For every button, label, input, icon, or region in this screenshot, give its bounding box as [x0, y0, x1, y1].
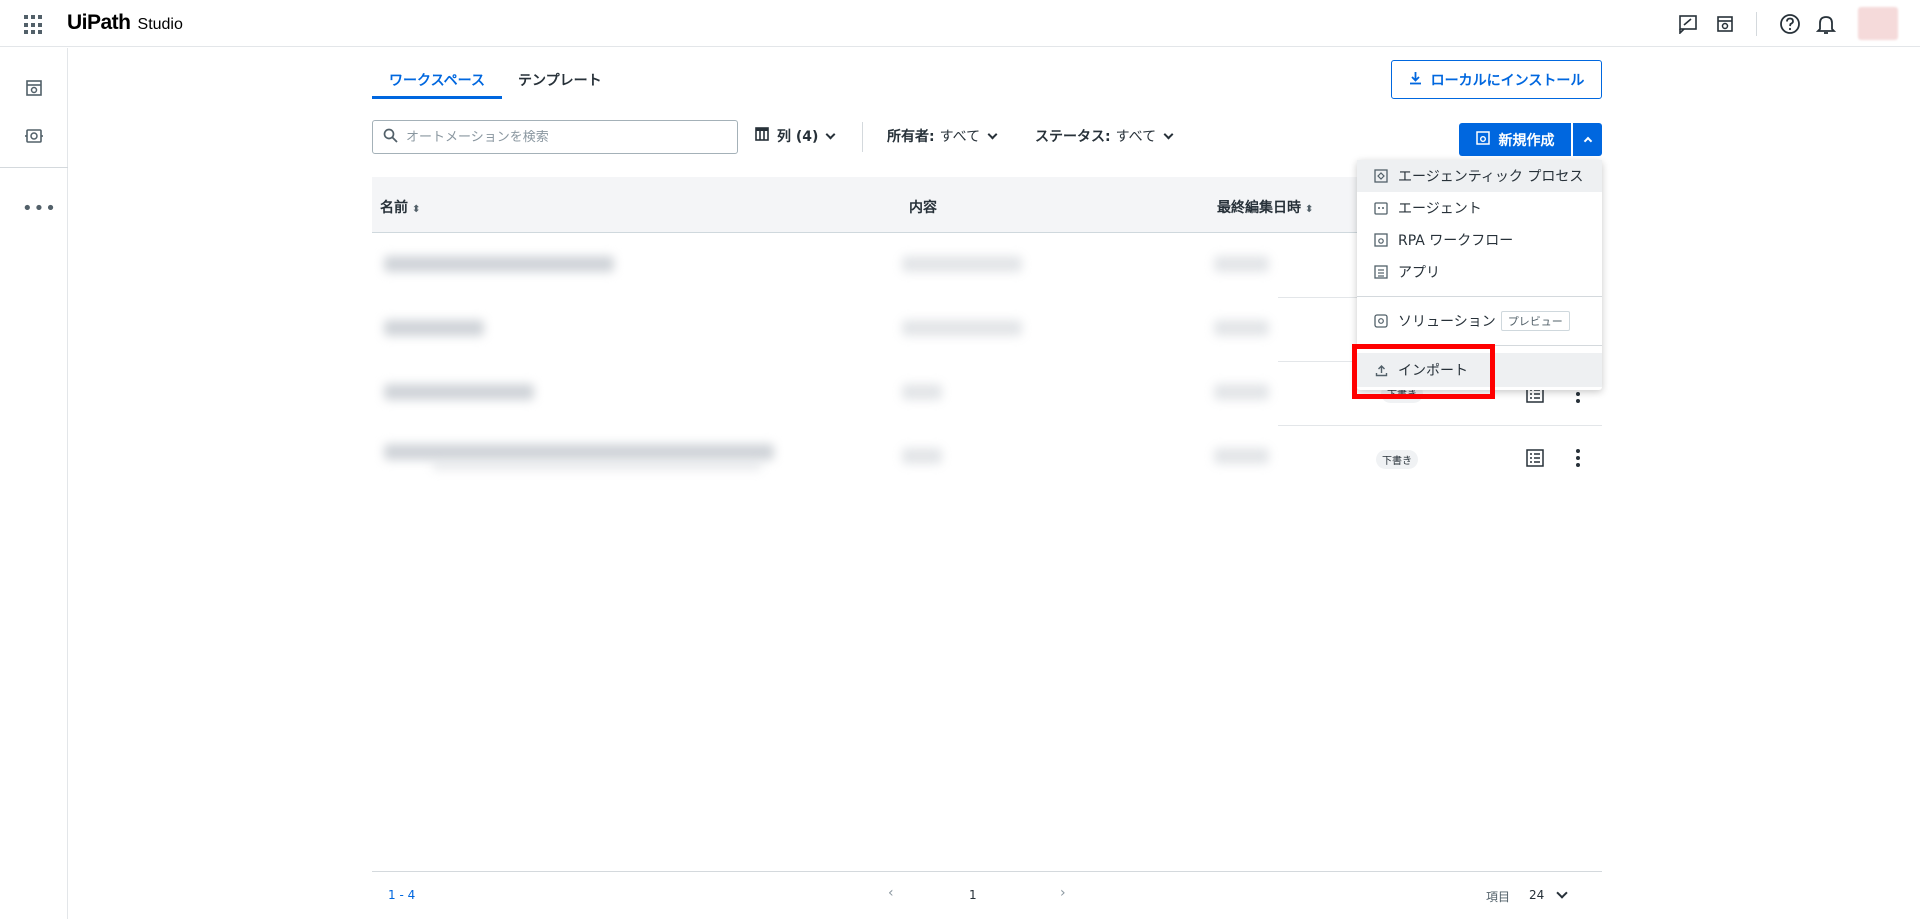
topbar-divider	[1756, 12, 1757, 36]
status-label: ステータス:	[1035, 129, 1111, 145]
agent-icon	[1374, 201, 1388, 215]
agentic-process-icon	[1374, 169, 1388, 183]
search-input[interactable]	[406, 129, 706, 145]
highlight-box	[1352, 344, 1495, 399]
status-badge: 下書き	[1376, 450, 1418, 469]
search-box[interactable]	[372, 120, 738, 154]
studio-icon[interactable]	[1714, 13, 1736, 35]
menu-item-label: アプリ	[1398, 265, 1440, 281]
active-tab-indicator	[372, 96, 502, 99]
app-launcher-icon[interactable]	[24, 15, 44, 35]
menu-item-label: ソリューション	[1398, 314, 1496, 330]
install-locally-label: ローカルにインストール	[1430, 72, 1585, 89]
items-per-page-label: 項目	[1486, 890, 1511, 904]
tab-templates[interactable]: テンプレート	[518, 70, 602, 90]
bell-icon[interactable]	[1815, 13, 1837, 35]
next-page-icon[interactable]: ›	[1060, 885, 1066, 901]
more-actions-icon[interactable]	[1576, 449, 1580, 470]
solution-icon	[1374, 314, 1388, 328]
column-header-name[interactable]: 名前 ⬍	[380, 197, 420, 217]
help-icon[interactable]	[1779, 13, 1801, 35]
menu-item-label: エージェンティック プロセス	[1398, 169, 1584, 185]
status-value: すべて	[1115, 129, 1157, 145]
top-bar: UiPath Studio	[0, 0, 1920, 47]
owner-value: すべて	[939, 129, 981, 145]
create-new-label: 新規作成	[1498, 132, 1555, 149]
product-name: Studio	[137, 16, 183, 33]
page-size-select[interactable]: 24	[1529, 888, 1544, 902]
uipath-studio-logo[interactable]: UiPath Studio	[67, 11, 183, 35]
menu-item-label: RPA ワークフロー	[1398, 233, 1514, 249]
table-row[interactable]: 下書き	[372, 426, 1602, 490]
more-icon[interactable]: •••	[22, 198, 57, 219]
menu-item-app[interactable]: アプリ	[1357, 256, 1602, 288]
tab-workspace[interactable]: ワークスペース	[372, 70, 502, 90]
details-icon[interactable]	[1526, 449, 1544, 471]
search-icon	[383, 128, 398, 147]
chevron-down-icon[interactable]	[1556, 887, 1568, 899]
chevron-down-icon	[987, 129, 998, 139]
columns-label: 列 (4)	[777, 129, 819, 145]
status-filter[interactable]: ステータス: すべて	[1035, 126, 1174, 146]
app-icon	[1374, 265, 1388, 279]
chevron-up-icon	[1583, 136, 1592, 146]
avatar[interactable]	[1858, 7, 1898, 40]
menu-item-rpa-workflow[interactable]: RPA ワークフロー	[1357, 224, 1602, 256]
studio-icon	[1475, 130, 1490, 149]
filter-divider	[862, 122, 863, 152]
owner-label: 所有者:	[887, 129, 935, 145]
preview-tag: プレビュー	[1500, 311, 1570, 331]
column-header-last-modified[interactable]: 最終編集日時 ⬍	[1217, 197, 1313, 217]
rail-divider	[0, 167, 68, 168]
pagination-range: 1 - 4	[388, 888, 416, 902]
menu-item-agentic-process[interactable]: エージェンティック プロセス	[1357, 160, 1602, 192]
column-header-description: 内容	[909, 200, 937, 216]
create-new-dropdown-toggle[interactable]	[1573, 123, 1602, 156]
create-new-button[interactable]: 新規作成	[1459, 123, 1571, 156]
menu-item-agent[interactable]: エージェント	[1357, 192, 1602, 224]
current-page[interactable]: 1	[969, 888, 977, 902]
download-icon	[1409, 71, 1422, 89]
menu-item-solution[interactable]: ソリューション プレビュー	[1357, 305, 1602, 337]
chevron-down-icon	[825, 129, 836, 139]
logo-text: UiPath	[67, 11, 131, 34]
sort-icon: ⬍	[412, 204, 421, 215]
menu-item-label: エージェント	[1398, 201, 1482, 217]
columns-filter[interactable]: 列 (4)	[755, 126, 836, 146]
studio-icon[interactable]	[23, 77, 45, 99]
owner-filter[interactable]: 所有者: すべて	[887, 126, 998, 146]
previous-page-icon[interactable]: ‹	[888, 885, 894, 901]
menu-divider	[1357, 296, 1602, 297]
feedback-icon[interactable]	[1677, 13, 1699, 35]
chevron-down-icon	[1163, 129, 1174, 139]
sort-icon: ⬍	[1305, 204, 1314, 215]
rpa-workflow-icon	[1374, 233, 1388, 247]
left-rail: •••	[0, 48, 68, 919]
install-locally-button[interactable]: ローカルにインストール	[1391, 60, 1602, 99]
pager-divider	[372, 871, 1602, 872]
robot-icon[interactable]	[23, 125, 45, 147]
columns-icon	[755, 127, 769, 145]
